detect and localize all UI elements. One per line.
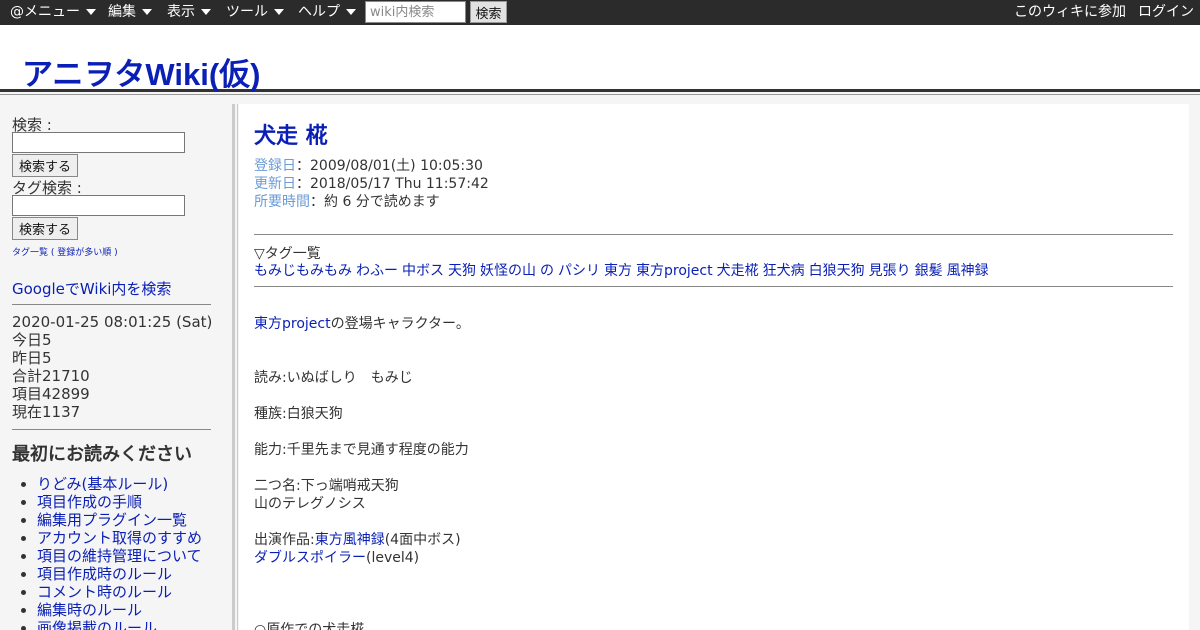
menu-tools[interactable]: ツール [226, 0, 284, 25]
appearance-line: ダブルスポイラー(level4) [254, 550, 420, 566]
counter-total: 合計21710 [12, 367, 90, 385]
read-time: 所要時間：約 6 分で読めます [254, 194, 440, 210]
wiki-search-input[interactable] [365, 1, 466, 23]
chevron-down-icon [201, 9, 211, 15]
sidebar-search-input[interactable] [12, 132, 185, 153]
tag-link[interactable]: 犬走椛 [717, 263, 759, 279]
sidebar-search-button[interactable]: 検索する [12, 154, 79, 177]
login-link[interactable]: ログイン [1138, 0, 1194, 25]
rule-link[interactable]: 編集時のルール [37, 601, 142, 619]
tag-link[interactable]: の [540, 263, 554, 279]
race-line: 種族:白狼天狗 [254, 406, 343, 422]
menu-at-menu[interactable]: @メニュー [10, 0, 96, 25]
join-wiki-link[interactable]: このウィキに参加 [1014, 0, 1126, 25]
tag-list-links: タグ一覧 ( 登録が多い順 ) [12, 248, 118, 258]
tag-popular-link[interactable]: 登録が多い順 [57, 248, 111, 258]
tag-link[interactable]: 風神録 [947, 263, 989, 279]
site-header: アニヲタWiki(仮) [0, 25, 1200, 95]
updated-date: 更新日：2018/05/17 Thu 11:57:42 [254, 176, 489, 192]
rule-link[interactable]: 項目作成の手順 [37, 493, 142, 511]
counter-today: 今日5 [12, 331, 52, 349]
tag-link[interactable]: もみじもみもみ [254, 263, 352, 279]
rule-link[interactable]: 編集用プラグイン一覧 [37, 511, 187, 529]
alias-line: 山のテレグノシス [254, 496, 366, 512]
chevron-down-icon [274, 9, 284, 15]
list-item: アカウント取得のすすめ [37, 529, 202, 547]
wiki-search-button[interactable]: 検索 [470, 1, 507, 23]
sidebar-divider [232, 104, 238, 630]
tag-link[interactable]: 妖怪の山 [480, 263, 536, 279]
list-item: 編集用プラグイン一覧 [37, 511, 202, 529]
divider [254, 286, 1173, 287]
menu-view[interactable]: 表示 [167, 0, 211, 25]
tag-list-link[interactable]: タグ一覧 [12, 248, 48, 258]
rule-link[interactable]: 画像掲載のルール [37, 619, 157, 630]
page-title[interactable]: 犬走 椛 [254, 118, 328, 150]
list-item: 項目作成時のルール [37, 565, 202, 583]
tag-link[interactable]: 白狼天狗 [809, 263, 865, 279]
reading-line: 読み:いぬばしり もみじ [254, 370, 413, 386]
ability-line: 能力:千里先まで見通す程度の能力 [254, 442, 469, 458]
tag-link[interactable]: わふー [356, 263, 398, 279]
top-menu-bar: @メニュー 編集 表示 ツール ヘルプ 検索 このウィキに参加 ログイン [0, 0, 1200, 25]
tag-link[interactable]: 東方project [636, 263, 713, 279]
tag-link[interactable]: 中ボス [402, 263, 444, 279]
tag-search-input[interactable] [12, 195, 185, 216]
tag-list: もみじもみもみ わふー 中ボス 天狗 妖怪の山のパシリ 東方 東方project 犬走椛 狂犬病… [254, 260, 993, 280]
divider [254, 234, 1173, 235]
rule-link[interactable]: アカウント取得のすすめ [37, 529, 202, 547]
menu-help[interactable]: ヘルプ [298, 0, 356, 25]
divider [12, 304, 211, 305]
tag-link[interactable]: 東方 [604, 263, 632, 279]
chevron-down-icon [86, 9, 96, 15]
counter-items: 項目42899 [12, 385, 90, 403]
double-spoiler-link[interactable]: ダブルスポイラー [254, 550, 366, 566]
rule-link[interactable]: 項目の維持管理について [37, 547, 202, 565]
touhou-project-link[interactable]: 東方project [254, 316, 331, 332]
list-item: りどみ(基本ルール) [37, 475, 202, 493]
site-title[interactable]: アニヲタWiki(仮) [22, 49, 260, 94]
chevron-down-icon [346, 9, 356, 15]
rule-link[interactable]: 項目作成時のルール [37, 565, 172, 583]
counter-now: 現在1137 [12, 403, 81, 421]
rule-link[interactable]: コメント時のルール [37, 583, 172, 601]
divider [12, 429, 211, 430]
list-item: 編集時のルール [37, 601, 202, 619]
read-first-heading: 最初にお読みください [12, 444, 192, 465]
list-item: コメント時のルール [37, 583, 202, 601]
fuujinroku-link[interactable]: 東方風神録 [315, 532, 385, 548]
list-item: 項目作成の手順 [37, 493, 202, 511]
intro-line: 東方projectの登場キャラクター。 [254, 316, 470, 332]
tag-link[interactable]: 見張り [869, 263, 911, 279]
tag-search-button[interactable]: 検索する [12, 217, 79, 240]
list-item: 画像掲載のルール [37, 619, 202, 630]
tag-link[interactable]: パシリ [558, 263, 600, 279]
tag-link[interactable]: 銀髪 [915, 263, 943, 279]
appearance-line: 出演作品:東方風神録(4面中ボス) [254, 532, 461, 548]
google-search-link[interactable]: GoogleでWiki内を検索 [12, 278, 171, 299]
counter-datetime: 2020-01-25 08:01:25 (Sat) [12, 313, 213, 331]
chevron-down-icon [142, 9, 152, 15]
section-heading: ○原作での犬走椛 [254, 622, 365, 630]
alias-line: 二つ名:下っ端哨戒天狗 [254, 478, 399, 494]
read-first-list: りどみ(基本ルール) 項目作成の手順 編集用プラグイン一覧 アカウント取得のすす… [37, 475, 202, 630]
rule-link[interactable]: りどみ(基本ルール) [37, 475, 168, 493]
menu-edit[interactable]: 編集 [108, 0, 152, 25]
counter-yesterday: 昨日5 [12, 349, 52, 367]
list-item: 項目の維持管理について [37, 547, 202, 565]
tag-link[interactable]: 天狗 [448, 263, 476, 279]
registered-date: 登録日：2009/08/01(土) 10:05:30 [254, 158, 483, 174]
tag-link[interactable]: 狂犬病 [763, 263, 805, 279]
